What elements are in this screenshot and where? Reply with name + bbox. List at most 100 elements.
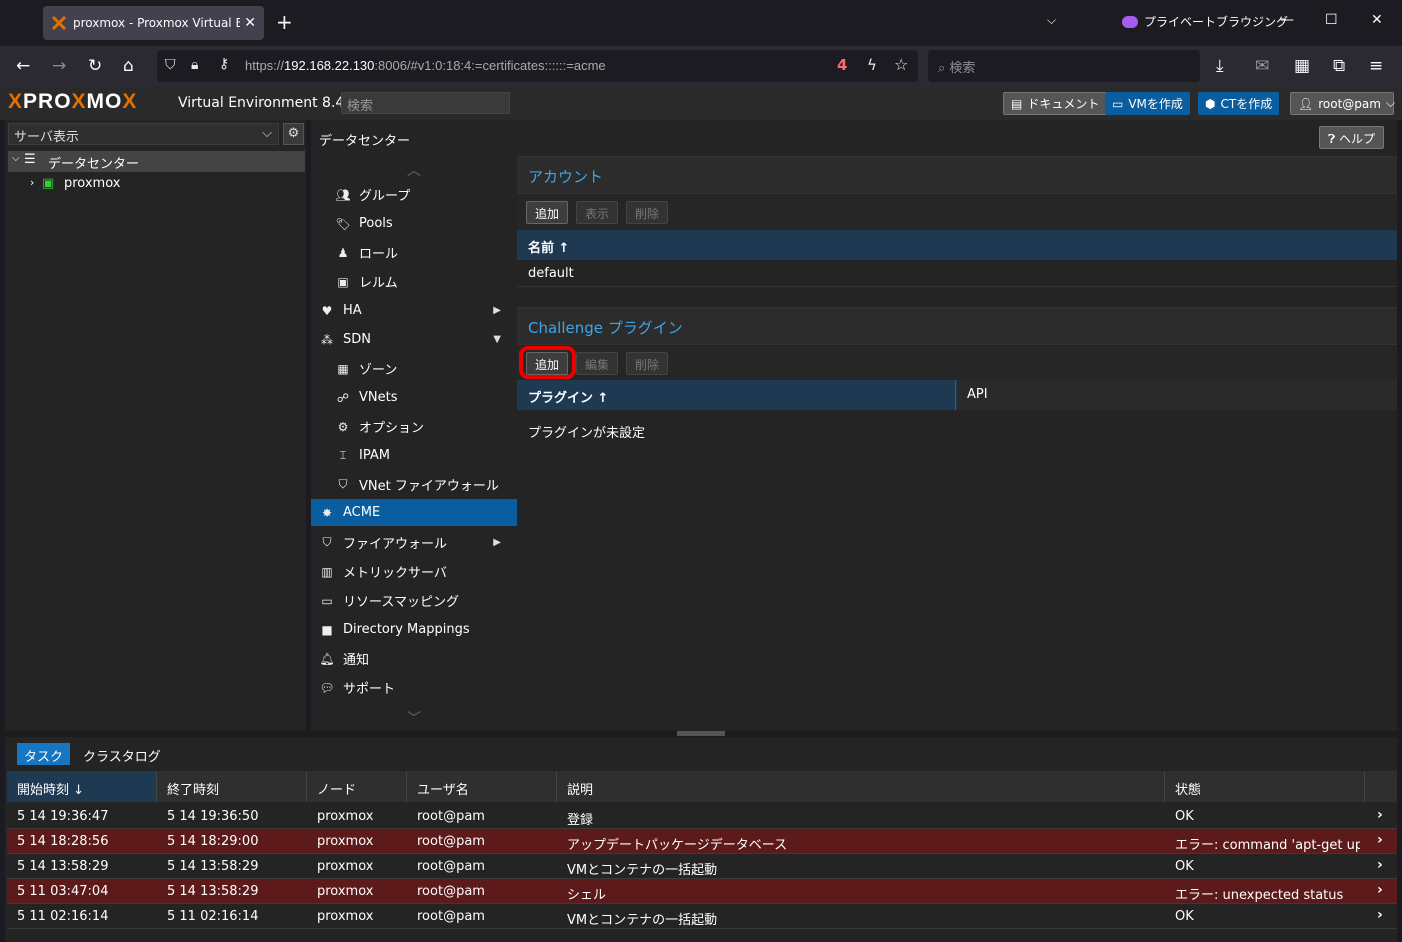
question-icon: ❓︎	[1328, 132, 1340, 146]
new-tab-button[interactable]: +	[276, 10, 293, 34]
collapse-down-icon[interactable]: ▼	[493, 334, 501, 345]
plugins-column-plugin[interactable]: プラグイン ↑	[517, 380, 956, 410]
table-row[interactable]: 5 11 02:16:14 5 11 02:16:14 proxmox root@pa…	[7, 904, 1397, 929]
account-remove-button[interactable]: 削除	[626, 201, 669, 224]
nav-item-realms[interactable]: ▣ レルム	[311, 267, 517, 296]
column-user[interactable]: ユーザ名	[407, 771, 557, 802]
nav-item-options[interactable]: ⚙ オプション	[311, 412, 517, 441]
tab-cluster-log[interactable]: クラスタログ	[83, 746, 161, 765]
list-tabs-icon[interactable]: ⌵	[1047, 13, 1056, 28]
menu-icon[interactable]: ≡	[1369, 56, 1383, 76]
help-button[interactable]: ❓︎ ヘルプ	[1319, 126, 1385, 149]
tree-item-node[interactable]: › ▣ proxmox	[8, 174, 305, 195]
cell-start: 5 14 13:58:29	[17, 859, 109, 874]
open-task-chevron-icon[interactable]: ›	[1377, 807, 1383, 823]
nav-item-vnet-firewall[interactable]: ⛉ VNet ファイアウォール	[311, 470, 517, 499]
nav-item-ipam[interactable]: ⌶ IPAM	[311, 441, 517, 470]
scroll-up-icon[interactable]: ︿	[407, 160, 421, 180]
plugins-column-api[interactable]: API	[957, 380, 1397, 410]
address-bar[interactable]: ⛉ 🔒︎ ⚷ https://192.168.22.130:8006/#v1:0…	[157, 50, 918, 82]
nav-item-support[interactable]: 💬︎ サポート	[311, 673, 517, 702]
nav-item-sdn[interactable]: ⁂ SDN ▼	[311, 325, 517, 354]
browser-tab[interactable]: proxmox - Proxmox Virtual Envi ✕	[43, 6, 264, 40]
home-icon[interactable]: ⌂	[123, 56, 134, 76]
pve-header: XPROXMOX Virtual Environment 8.4.0 検索 ▤ ド…	[0, 86, 1402, 120]
table-row[interactable]: 5 14 13:58:29 5 14 13:58:29 proxmox root@pa…	[7, 854, 1397, 879]
plugin-edit-button[interactable]: 編集	[576, 352, 619, 375]
maximize-icon[interactable]: ☐	[1325, 12, 1338, 28]
create-ct-button[interactable]: ⬢ CTを作成	[1198, 92, 1280, 115]
cube-icon: ⬢	[1205, 96, 1216, 111]
nav-item-acme[interactable]: ✸ ACME	[311, 499, 517, 526]
forward-icon[interactable]: →	[52, 56, 66, 76]
account-view-button[interactable]: 表示	[576, 201, 619, 224]
network-icon: ☍	[336, 390, 350, 405]
extensions-icon[interactable]: ⧉	[1333, 56, 1345, 76]
bookmark-star-icon[interactable]: ☆	[894, 55, 908, 74]
minimize-icon[interactable]: —	[1280, 12, 1294, 28]
close-tab-icon[interactable]: ✕	[244, 15, 256, 31]
male-icon: ♟	[337, 245, 349, 260]
open-task-chevron-icon[interactable]: ›	[1377, 832, 1383, 848]
user-menu-button[interactable]: 👤︎ root@pam ⌵	[1290, 92, 1395, 115]
tree-item-datacenter[interactable]: ⌵ ☰ データセンター	[8, 151, 305, 172]
cell-user: root@pam	[417, 834, 485, 849]
close-window-icon[interactable]: ✕	[1371, 12, 1383, 28]
nav-item-zones[interactable]: ▦ ゾーン	[311, 354, 517, 383]
nav-item-pools[interactable]: 🏷︎ Pools	[311, 209, 517, 238]
nav-item-firewall[interactable]: ⛉ ファイアウォール ▶	[311, 528, 517, 557]
nav-item-vnets[interactable]: ☍ VNets	[311, 383, 517, 412]
column-description[interactable]: 説明	[557, 771, 1165, 802]
create-vm-button[interactable]: ▭ VMを作成	[1105, 92, 1190, 115]
nav-item-groups[interactable]: 👥︎ グループ	[311, 180, 517, 209]
nav-item-metric-server[interactable]: ▥ メトリックサーバ	[311, 557, 517, 586]
scroll-down-icon[interactable]: ﹀	[407, 708, 421, 728]
column-status[interactable]: 状態	[1165, 771, 1365, 802]
open-task-chevron-icon[interactable]: ›	[1377, 882, 1383, 898]
tab-tasks[interactable]: タスク	[17, 743, 71, 765]
column-node[interactable]: ノード	[307, 771, 407, 802]
documentation-button[interactable]: ▤ ドキュメント	[1003, 92, 1108, 115]
lock-icon[interactable]: 🔒︎	[191, 57, 198, 73]
plugin-remove-button[interactable]: 削除	[626, 352, 669, 375]
extension-badge[interactable]: 4	[837, 56, 847, 74]
account-row[interactable]: default	[517, 261, 1397, 287]
tree-settings-gear-icon[interactable]: ⚙	[283, 123, 304, 145]
resource-tree-panel: サーバ表示 ⌵ ⚙ ⌵ ☰ データセンター › ▣ proxmox	[5, 120, 306, 731]
comments-icon: 💬︎	[319, 680, 335, 695]
column-start-time[interactable]: 開始時刻 ↓	[7, 771, 157, 802]
collapse-icon[interactable]: ⌵	[12, 153, 20, 164]
nav-item-resource-mappings[interactable]: ▭ リソースマッピング	[311, 586, 517, 615]
cell-status: エラー: unexpected status	[1175, 888, 1344, 903]
table-row[interactable]: 5 11 03:47:04 5 14 13:58:29 proxmox root@pa…	[7, 879, 1397, 904]
lightning-icon[interactable]: ϟ	[867, 56, 877, 74]
expand-icon[interactable]: ›	[30, 176, 34, 189]
cell-user: root@pam	[417, 909, 485, 924]
download-icon[interactable]: ⤓	[1216, 56, 1224, 76]
open-task-chevron-icon[interactable]: ›	[1377, 857, 1383, 873]
expand-right-icon[interactable]: ▶	[493, 305, 501, 316]
back-icon[interactable]: ←	[16, 56, 30, 76]
nav-item-notifications[interactable]: 🔔︎ 通知	[311, 644, 517, 673]
open-task-chevron-icon[interactable]: ›	[1377, 907, 1383, 923]
column-end-time[interactable]: 終了時刻	[157, 771, 307, 802]
shield-icon: ⛉	[338, 477, 348, 491]
nav-item-ha[interactable]: ♥ HA ▶	[311, 296, 517, 325]
nav-item-roles[interactable]: ♟ ロール	[311, 238, 517, 267]
splitter-handle[interactable]	[677, 731, 725, 736]
url-text[interactable]: https://192.168.22.130:8006/#v1:0:18:4:=…	[245, 58, 606, 73]
browser-search-input[interactable]: ⌕ 検索	[928, 50, 1200, 82]
account-add-button[interactable]: 追加	[526, 201, 569, 224]
nav-item-directory-mappings[interactable]: ■ Directory Mappings	[311, 615, 517, 644]
reload-icon[interactable]: ↻	[88, 56, 102, 76]
mail-icon[interactable]: ✉	[1255, 56, 1269, 76]
table-row[interactable]: 5 14 19:36:47 5 14 19:36:50 proxmox root@pa…	[7, 804, 1397, 829]
expand-right-icon[interactable]: ▶	[493, 537, 501, 548]
extension-pattern-icon[interactable]: ▦	[1294, 56, 1310, 76]
shield-icon[interactable]: ⛉	[165, 57, 176, 73]
key-icon[interactable]: ⚷	[219, 56, 229, 72]
global-search-input[interactable]: 検索	[341, 92, 510, 114]
table-row[interactable]: 5 14 18:28:56 5 14 18:29:00 proxmox root@pa…	[7, 829, 1397, 854]
accounts-column-name[interactable]: 名前 ↑	[517, 230, 1397, 260]
view-selector[interactable]: サーバ表示 ⌵	[8, 123, 279, 145]
